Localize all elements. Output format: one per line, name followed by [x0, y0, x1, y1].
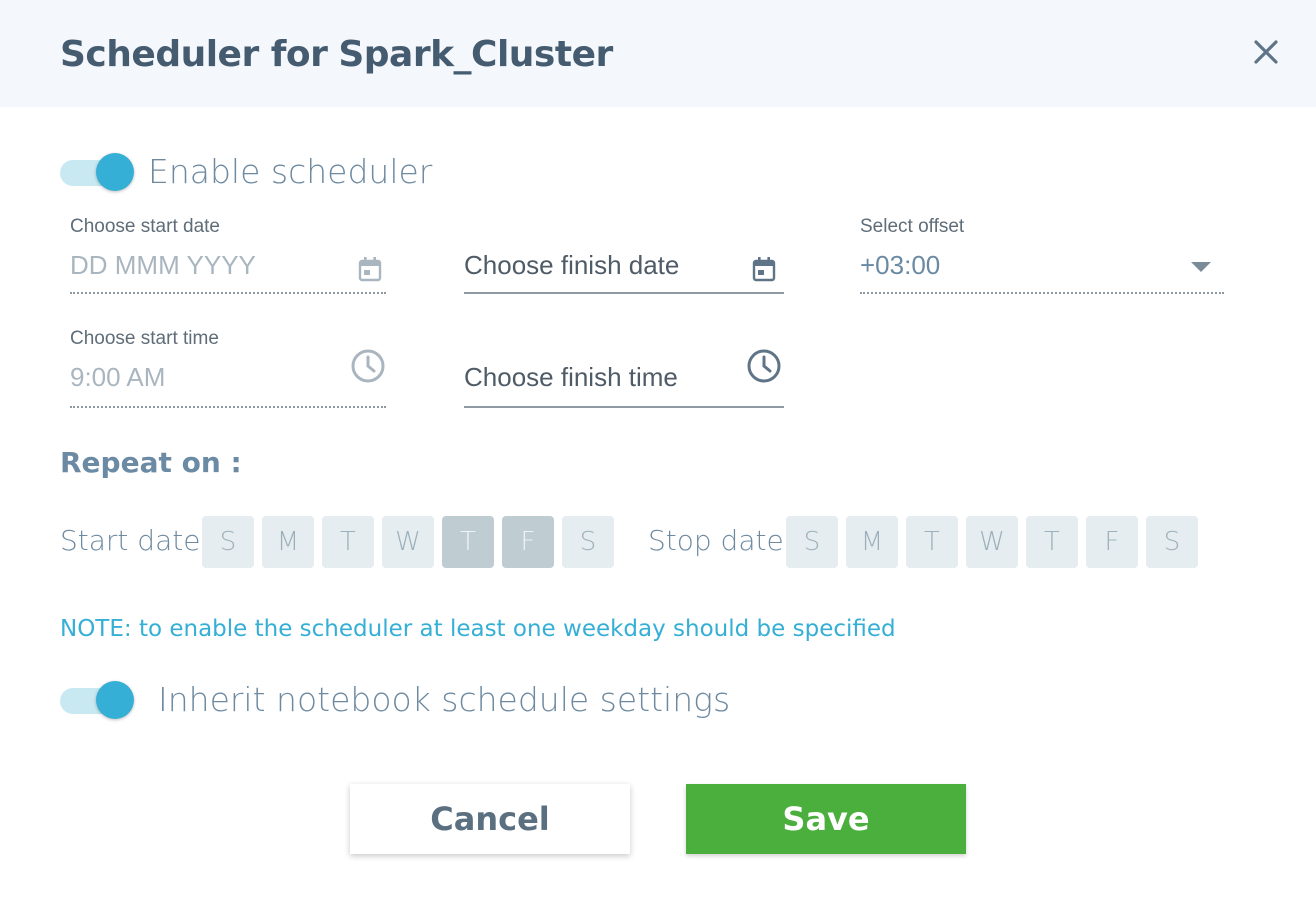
- finish-time-input[interactable]: Choose finish time: [464, 349, 784, 408]
- start-date-days-label: Start date:: [60, 524, 210, 557]
- clock-icon[interactable]: [746, 348, 782, 389]
- start-day-tuesday[interactable]: T: [322, 516, 374, 568]
- finish-time-placeholder: Choose finish time: [464, 362, 678, 392]
- repeat-on-heading: Repeat on :: [60, 446, 242, 479]
- start-day-thursday[interactable]: T: [442, 516, 494, 568]
- start-time-label: Choose start time: [70, 328, 219, 349]
- start-time-value: 9:00 AM: [70, 362, 166, 392]
- start-day-wednesday[interactable]: W: [382, 516, 434, 568]
- start-date-label: Choose start date: [70, 216, 220, 237]
- offset-label: Select offset: [860, 216, 965, 237]
- stop-day-saturday[interactable]: S: [1146, 516, 1198, 568]
- finish-date-input[interactable]: Choose finish date: [464, 250, 784, 294]
- stop-date-days-label: Stop date:: [648, 524, 794, 557]
- start-time-input[interactable]: 9:00 AM: [70, 349, 386, 408]
- title-prefix: Scheduler for: [60, 34, 328, 75]
- inherit-settings-label: Inherit notebook schedule settings: [158, 680, 731, 719]
- dialog-header: Scheduler for Spark_Cluster: [0, 0, 1316, 107]
- start-date-placeholder: DD MMM YYYY: [70, 250, 256, 280]
- weekday-note: NOTE: to enable the scheduler at least o…: [60, 616, 896, 642]
- stop-day-thursday[interactable]: T: [1026, 516, 1078, 568]
- save-button[interactable]: Save: [686, 784, 966, 854]
- start-day-monday[interactable]: M: [262, 516, 314, 568]
- start-day-friday[interactable]: F: [502, 516, 554, 568]
- title-name: Spark_Cluster: [338, 34, 613, 75]
- calendar-icon[interactable]: [752, 256, 776, 287]
- start-date-input[interactable]: DD MMM YYYY: [70, 250, 386, 294]
- enable-scheduler-toggle[interactable]: [60, 152, 134, 192]
- dialog-title: Scheduler for Spark_Cluster: [60, 34, 613, 75]
- stop-day-tuesday[interactable]: T: [906, 516, 958, 568]
- offset-select[interactable]: +03:00: [860, 250, 1224, 294]
- offset-value: +03:00: [860, 250, 941, 280]
- cancel-button[interactable]: Cancel: [350, 784, 630, 854]
- toggle-knob: [96, 153, 134, 191]
- enable-scheduler-label: Enable scheduler: [148, 152, 433, 191]
- calendar-icon[interactable]: [358, 256, 382, 287]
- finish-date-placeholder: Choose finish date: [464, 250, 680, 280]
- toggle-knob: [96, 681, 134, 719]
- stop-day-friday[interactable]: F: [1086, 516, 1138, 568]
- start-day-sunday[interactable]: S: [202, 516, 254, 568]
- stop-day-wednesday[interactable]: W: [966, 516, 1018, 568]
- clock-icon[interactable]: [350, 348, 386, 389]
- dropdown-arrow-icon: [1190, 260, 1212, 278]
- inherit-settings-toggle[interactable]: [60, 680, 134, 720]
- start-day-saturday[interactable]: S: [562, 516, 614, 568]
- stop-day-monday[interactable]: M: [846, 516, 898, 568]
- close-icon[interactable]: [1250, 36, 1282, 68]
- stop-day-sunday[interactable]: S: [786, 516, 838, 568]
